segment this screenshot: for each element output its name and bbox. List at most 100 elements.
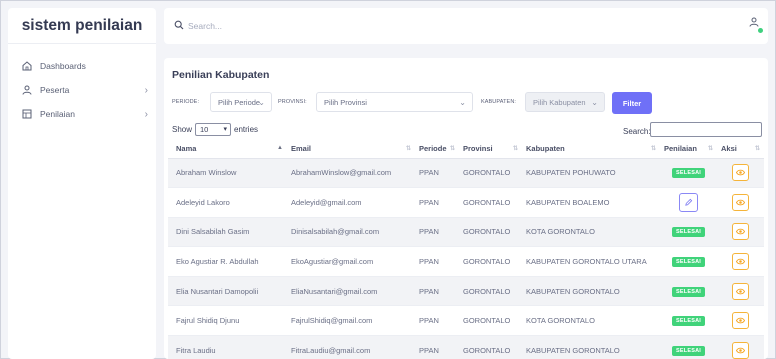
user-icon xyxy=(20,83,34,97)
entries-label: entries xyxy=(234,125,259,134)
table-header-row: Nama ▲ Email ⇅ Periode ⇅ Provinsi ⇅ Kabupate… xyxy=(168,140,764,159)
cell-kabupaten: KABUPATEN POHUWATO xyxy=(522,158,660,189)
table-row: Abraham Winslow AbrahamWinslow@gmail.com… xyxy=(168,158,764,189)
view-button[interactable] xyxy=(732,223,749,241)
status-badge: SELESAI xyxy=(672,316,705,327)
home-icon xyxy=(20,59,34,73)
search-icon xyxy=(174,20,184,32)
cell-kabupaten: KABUPATEN GORONTALO xyxy=(522,276,660,307)
cell-periode: PPAN xyxy=(415,305,459,337)
provinsi-select-value: Pilih Provinsi xyxy=(324,97,367,107)
cell-penilaian: SELESAI xyxy=(660,305,717,337)
cell-periode: PPAN xyxy=(415,187,459,218)
column-header-email[interactable]: Email ⇅ xyxy=(287,140,415,159)
view-button[interactable] xyxy=(732,282,749,300)
column-header-aksi[interactable]: Aksi ⇅ xyxy=(717,140,764,159)
cell-periode: PPAN xyxy=(415,246,459,277)
eye-icon xyxy=(736,168,745,177)
column-header-kabupaten[interactable]: Kabupaten ⇅ xyxy=(522,140,660,159)
online-status-dot xyxy=(758,28,763,33)
sidebar-item-penilaian[interactable]: Penilaian › xyxy=(20,102,148,126)
cell-penilaian xyxy=(660,187,717,218)
status-badge: SELESAI xyxy=(672,227,705,238)
cell-email: EkoAgustiar@gmail.com xyxy=(287,246,415,277)
cell-kabupaten: KOTA GORONTALO xyxy=(522,217,660,248)
filter-button[interactable]: Filter xyxy=(612,92,652,114)
cell-periode: PPAN xyxy=(415,158,459,189)
view-button[interactable] xyxy=(732,193,749,211)
cell-aksi xyxy=(717,335,764,359)
cell-nama: Abraham Winslow xyxy=(168,158,287,189)
cell-kabupaten: KABUPATEN GORONTALO UTARA xyxy=(522,246,660,277)
cell-aksi xyxy=(717,187,764,218)
cell-provinsi: GORONTALO xyxy=(459,335,522,359)
chevron-right-icon: › xyxy=(144,108,148,120)
show-label: Show xyxy=(172,125,193,134)
table-row: Elia Nusantari Damopolii EliaNusantari@g… xyxy=(168,276,764,307)
view-button[interactable] xyxy=(732,341,749,359)
chevron-down-icon: ▾ xyxy=(223,126,228,133)
cell-email: EliaNusantari@gmail.com xyxy=(287,276,415,307)
page-title: Penilian Kabupaten xyxy=(172,69,270,81)
cell-email: Dinisalsabilah@gmail.com xyxy=(287,217,415,248)
cell-aksi xyxy=(717,246,764,277)
cell-nama: Eko Agustiar R. Abdullah xyxy=(168,246,287,277)
kabupaten-label: KABUPATEN: xyxy=(481,99,517,105)
column-header-penilaian[interactable]: Penilaian ⇅ xyxy=(660,140,717,159)
periode-select[interactable]: Pilih Periode ⌄ xyxy=(210,92,272,112)
chevron-down-icon: ⌄ xyxy=(591,98,598,107)
cell-nama: Adeleyid Lakoro xyxy=(168,187,287,218)
sort-icon: ⇅ xyxy=(449,146,455,152)
view-button[interactable] xyxy=(732,312,749,330)
status-badge: SELESAI xyxy=(672,257,705,268)
sidebar-item-dashboards[interactable]: Dashboards xyxy=(20,54,148,78)
provinsi-select[interactable]: Pilih Provinsi ⌄ xyxy=(316,92,473,112)
top-bar xyxy=(164,8,768,44)
sort-asc-icon: ▲ xyxy=(277,145,283,151)
column-header-nama[interactable]: Nama ▲ xyxy=(168,140,287,159)
clipboard-icon xyxy=(20,107,34,121)
chevron-right-icon: › xyxy=(144,84,148,96)
cell-nama: Fitra Laudiu xyxy=(168,335,287,359)
status-badge: SELESAI xyxy=(672,168,705,179)
table-search-label: Search: xyxy=(623,127,651,136)
cell-aksi xyxy=(717,217,764,248)
pencil-icon xyxy=(684,198,693,207)
chevron-down-icon: ⌄ xyxy=(258,98,265,107)
eye-icon xyxy=(736,227,745,236)
view-button[interactable] xyxy=(732,164,749,182)
cell-kabupaten: KABUPATEN GORONTALO xyxy=(522,335,660,359)
sidebar-item-label: Penilaian xyxy=(40,109,75,119)
cell-penilaian: SELESAI xyxy=(660,335,717,359)
table-row: Fajrul Shidiq Djunu FajrulShidiq@gmail.c… xyxy=(168,305,764,337)
cell-periode: PPAN xyxy=(415,276,459,307)
cell-penilaian: SELESAI xyxy=(660,217,717,248)
eye-icon xyxy=(736,287,745,296)
eye-icon xyxy=(736,198,745,207)
periode-label: PERIODE: xyxy=(172,99,200,105)
cell-nama: Dini Salsabilah Gasim xyxy=(168,217,287,248)
cell-provinsi: GORONTALO xyxy=(459,305,522,337)
table-row: Dini Salsabilah Gasim Dinisalsabilah@gma… xyxy=(168,217,764,248)
status-badge: SELESAI xyxy=(672,345,705,356)
cell-email: AbrahamWinslow@gmail.com xyxy=(287,158,415,189)
sidebar-item-peserta[interactable]: Peserta › xyxy=(20,78,148,102)
cell-provinsi: GORONTALO xyxy=(459,276,522,307)
chevron-down-icon: ⌄ xyxy=(459,98,466,107)
page-length-value: 10 xyxy=(200,125,209,134)
global-search-input[interactable] xyxy=(188,19,388,33)
edit-button[interactable] xyxy=(679,192,698,212)
table-row: Adeleyid Lakoro Adeleyid@gmail.com PPAN … xyxy=(168,187,764,218)
page-length-select[interactable]: 10 ▾ xyxy=(195,123,232,136)
eye-icon xyxy=(736,316,745,325)
view-button[interactable] xyxy=(732,253,749,271)
kabupaten-select[interactable]: Pilih Kabupaten ⌄ xyxy=(525,92,605,112)
brand-title: sistem penilaian xyxy=(8,8,156,44)
column-header-periode[interactable]: Periode ⇅ xyxy=(415,140,459,159)
cell-periode: PPAN xyxy=(415,335,459,359)
column-header-provinsi[interactable]: Provinsi ⇅ xyxy=(459,140,522,159)
cell-aksi xyxy=(717,158,764,189)
user-avatar-icon[interactable] xyxy=(749,17,759,29)
table-search-input[interactable] xyxy=(650,122,762,137)
sidebar-item-label: Peserta xyxy=(40,85,70,95)
